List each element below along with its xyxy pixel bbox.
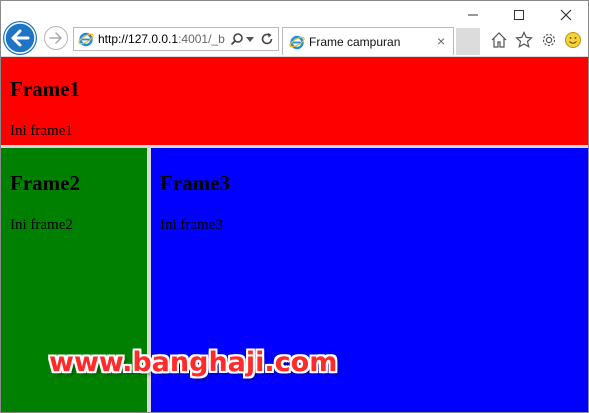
browser-toolbar: http://127.0.0.1:4001/_b Frame campuran …: [1, 1, 588, 57]
tab-close-button[interactable]: ×: [437, 33, 445, 49]
home-icon[interactable]: [490, 31, 508, 49]
tab-label: Frame campuran: [309, 35, 401, 49]
address-url: http://127.0.0.1:4001/_b: [98, 32, 225, 46]
address-bar[interactable]: http://127.0.0.1:4001/_b: [73, 27, 279, 51]
frame-1-text: Ini frame1: [10, 123, 73, 139]
frame-1: Frame1 Ini frame1: [1, 57, 588, 145]
frame-3-heading: Frame3: [160, 171, 230, 195]
close-icon[interactable]: [554, 5, 578, 25]
favorites-star-icon[interactable]: [515, 31, 533, 49]
back-arrow-icon: [4, 22, 36, 54]
ie-page-icon: [78, 32, 94, 47]
frame-1-heading: Frame1: [10, 77, 80, 101]
back-button[interactable]: [3, 21, 37, 55]
refresh-icon[interactable]: [260, 32, 274, 46]
forward-button[interactable]: [44, 26, 68, 50]
address-path: :4001/_b: [178, 32, 225, 46]
frame-2-heading: Frame2: [10, 171, 80, 195]
frame-3-text: Ini frame3: [160, 217, 223, 233]
dropdown-arrow-icon[interactable]: [246, 37, 254, 43]
minimize-icon[interactable]: [461, 5, 485, 25]
search-icon[interactable]: [230, 32, 244, 46]
frame-2-text: Ini frame2: [10, 217, 73, 233]
browser-window: http://127.0.0.1:4001/_b Frame campuran …: [0, 0, 589, 413]
watermark: www.banghaji.com: [49, 347, 338, 378]
tab-frame-campuran[interactable]: Frame campuran ×: [282, 27, 454, 55]
feedback-smiley-icon[interactable]: [564, 31, 582, 49]
ie-tab-icon: [289, 35, 305, 50]
maximize-icon[interactable]: [507, 5, 531, 25]
new-tab-button[interactable]: [456, 28, 480, 55]
settings-gear-icon[interactable]: [540, 31, 558, 49]
forward-arrow-icon: [49, 32, 62, 44]
address-host: http://127.0.0.1: [98, 32, 179, 46]
